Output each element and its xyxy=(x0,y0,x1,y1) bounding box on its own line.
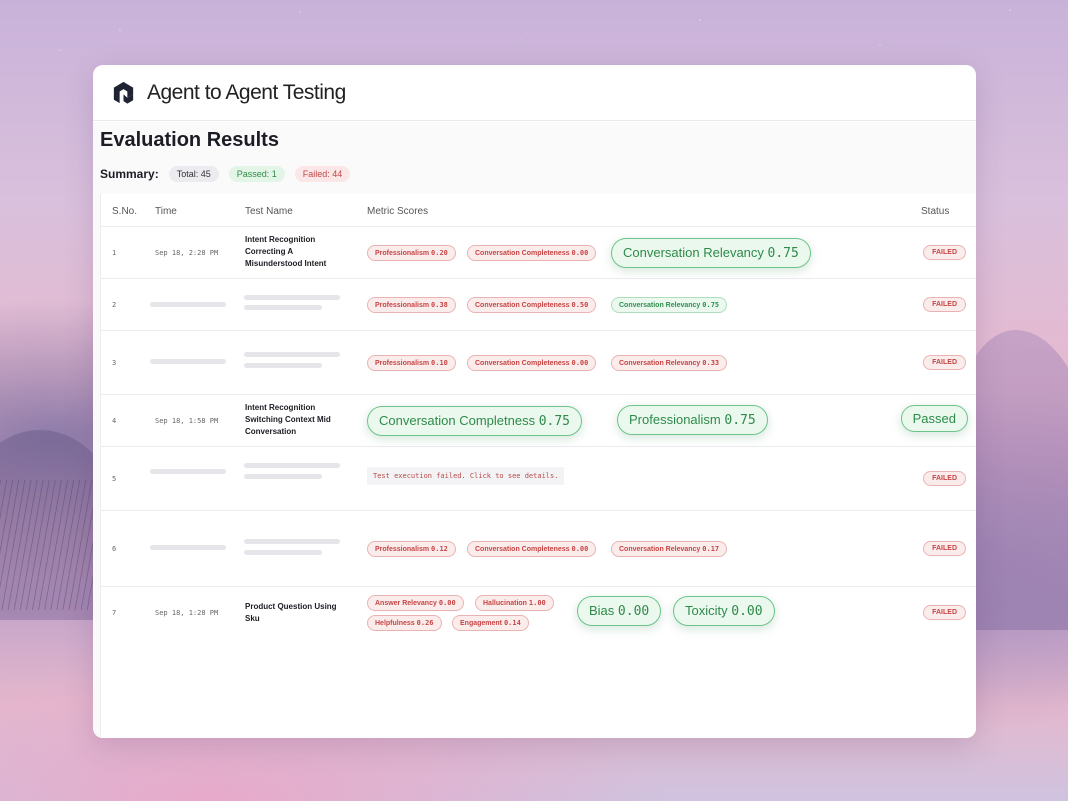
metric-badge[interactable]: Answer Relevancy 0.00 xyxy=(367,595,464,611)
total-chip[interactable]: Total: 45 xyxy=(168,166,219,182)
metric-badge-highlight[interactable]: Professionalism 0.75 xyxy=(617,405,768,435)
app-title: Agent to Agent Testing xyxy=(147,80,346,104)
failed-chip[interactable]: Failed: 44 xyxy=(294,166,351,182)
metric-badge[interactable]: Conversation Completeness 0.00 xyxy=(467,355,597,371)
name-placeholder xyxy=(244,305,322,310)
error-message-link[interactable]: Test execution failed. Click to see deta… xyxy=(367,467,565,485)
status-badge[interactable]: Passed xyxy=(900,405,968,432)
header-sno[interactable]: S.No. xyxy=(112,206,137,217)
summary-bar: Summary: Total: 45 Passed: 1 Failed: 44 xyxy=(100,166,360,182)
metric-badge[interactable]: Conversation Completeness 0.00 xyxy=(467,245,597,261)
metric-badge[interactable]: Professionalism 0.10 xyxy=(367,355,456,371)
metric-badge[interactable]: Conversation Relevancy 0.17 xyxy=(611,541,728,557)
table-row[interactable]: 4 Sep 18, 1:58 PM Intent Recognition Swi… xyxy=(101,395,976,447)
time-placeholder xyxy=(150,359,226,364)
row-sno: 5 xyxy=(112,475,117,483)
evaluation-panel: Evaluation Results Summary: Total: 45 Pa… xyxy=(93,122,976,738)
summary-label: Summary: xyxy=(100,167,159,181)
time-placeholder xyxy=(150,469,226,474)
background-reeds xyxy=(0,480,95,610)
status-badge[interactable]: FAILED xyxy=(923,355,966,370)
metric-badge-highlight[interactable]: Conversation Completness 0.75 xyxy=(367,406,583,436)
header-status[interactable]: Status xyxy=(921,206,949,217)
app-header: Agent to Agent Testing xyxy=(93,65,976,121)
metric-badge[interactable]: Hallucination 1.00 xyxy=(475,595,554,611)
status-badge[interactable]: FAILED xyxy=(923,541,966,556)
status-badge[interactable]: FAILED xyxy=(923,297,966,312)
name-placeholder xyxy=(244,295,340,300)
row-sno: 6 xyxy=(112,545,117,553)
name-placeholder xyxy=(244,539,340,544)
status-badge[interactable]: FAILED xyxy=(923,605,966,620)
row-test-name[interactable]: Product Question Using Sku xyxy=(245,601,350,625)
name-placeholder xyxy=(244,463,340,468)
logo-icon xyxy=(113,81,134,104)
metric-badge[interactable]: Conversation Relevancy 0.33 xyxy=(611,355,728,371)
header-test-name[interactable]: Test Name xyxy=(245,206,293,217)
status-badge[interactable]: FAILED xyxy=(923,471,966,486)
passed-chip[interactable]: Passed: 1 xyxy=(228,166,285,182)
table-row[interactable]: 2 Professionalism 0.38 Conversation Comp… xyxy=(101,279,976,331)
metric-badge[interactable]: Professionalism 0.38 xyxy=(367,297,456,313)
row-sno: 1 xyxy=(112,249,117,257)
metric-badge[interactable]: Conversation Completeness 0.50 xyxy=(467,297,597,313)
row-time: Sep 18, 1:58 PM xyxy=(155,417,219,425)
row-sno: 4 xyxy=(112,417,117,425)
table-row[interactable]: 3 Professionalism 0.10 Conversation Comp… xyxy=(101,331,976,395)
results-table: S.No. Time Test Name Metric Scores Statu… xyxy=(100,194,976,738)
row-time: Sep 18, 1:28 PM xyxy=(155,609,219,617)
metric-badge[interactable]: Professionalism 0.20 xyxy=(367,245,456,261)
row-sno: 7 xyxy=(112,609,117,617)
name-placeholder xyxy=(244,352,340,357)
page-title: Evaluation Results xyxy=(100,129,279,151)
row-time: Sep 18, 2:28 PM xyxy=(155,249,219,257)
metric-badge[interactable]: Helpfulness 0.26 xyxy=(367,615,442,631)
metric-badge-highlight[interactable]: Bias 0.00 xyxy=(577,596,662,626)
time-placeholder xyxy=(150,545,226,550)
header-metric-scores: Metric Scores xyxy=(367,206,429,217)
name-placeholder xyxy=(244,550,322,555)
header-time[interactable]: Time xyxy=(155,206,177,217)
row-sno: 2 xyxy=(112,301,117,309)
metric-badge[interactable]: Conversation Relevancy 0.75 xyxy=(611,297,728,313)
metric-badge-highlight[interactable]: Conversation Relevancy 0.75 xyxy=(611,238,811,268)
time-placeholder xyxy=(150,302,226,307)
table-row[interactable]: 5 Test execution failed. Click to see de… xyxy=(101,447,976,511)
row-test-name[interactable]: Intent Recognition Switching Context Mid… xyxy=(245,402,350,438)
app-window: Agent to Agent Testing Evaluation Result… xyxy=(93,65,976,738)
row-test-name[interactable]: Intent Recognition Correcting A Misunder… xyxy=(245,234,350,270)
metric-badge[interactable]: Professionalism 0.12 xyxy=(367,541,456,557)
metric-badge-highlight[interactable]: Toxicity 0.00 xyxy=(673,596,775,626)
name-placeholder xyxy=(244,474,322,479)
metric-badge[interactable]: Engagement 0.14 xyxy=(452,615,529,631)
table-header: S.No. Time Test Name Metric Scores Statu… xyxy=(101,194,976,227)
metric-badge[interactable]: Conversation Completeness 0.00 xyxy=(467,541,597,557)
table-row[interactable]: 6 Professionalism 0.12 Conversation Comp… xyxy=(101,511,976,587)
status-badge[interactable]: FAILED xyxy=(923,245,966,260)
name-placeholder xyxy=(244,363,322,368)
table-row[interactable]: 7 Sep 18, 1:28 PM Product Question Using… xyxy=(101,587,976,643)
table-row[interactable]: 1 Sep 18, 2:28 PM Intent Recognition Cor… xyxy=(101,227,976,279)
row-sno: 3 xyxy=(112,359,117,367)
